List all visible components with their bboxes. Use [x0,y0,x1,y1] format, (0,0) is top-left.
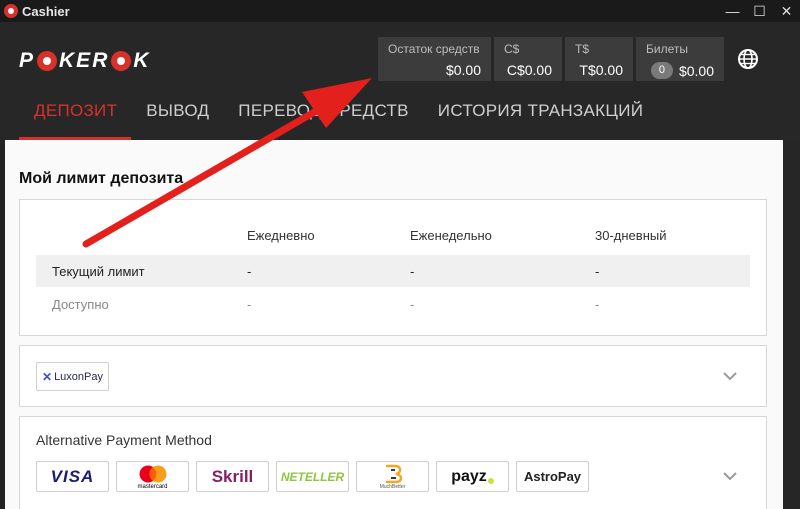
window-title: Cashier [22,3,70,19]
cell-daily: - [247,297,252,312]
close-button[interactable]: ✕ [773,0,800,22]
cell-30-day: - [595,297,600,312]
skrill-logo-text: Skrill [211,466,254,486]
logo-letters-ker: KER [59,49,110,72]
neteller-logo-text: NETELLER [280,469,345,484]
luxonpay-mark-icon: ✕ [42,369,53,384]
logo-letter-p: P [19,49,36,72]
payz-logo-text: payz [451,467,487,485]
window-controls: — ☐ ✕ [719,0,800,22]
balance-ts-label: T$ [575,42,590,56]
astropay-logo-text: AstroPay [523,469,582,484]
alt-payment-panel[interactable]: Alternative Payment Method VISA masterca… [19,416,767,509]
tab-deposit[interactable]: ДЕПОЗИТ [19,92,132,140]
muchbetter-icon [385,464,402,484]
tab-withdraw[interactable]: ВЫВОД [131,92,223,140]
cashier-window: Cashier — ☐ ✕ P KER K Остаток средств $0… [0,0,800,509]
deposit-content: Мой лимит депозита Ежедневно Еженедельно… [5,140,783,509]
pokerok-logo: P KER K [19,49,151,72]
deposit-limit-table: Ежедневно Еженедельно 30-дневный Текущий… [19,199,767,336]
row-label: Текущий лимит [52,264,145,279]
column-weekly: Еженедельно [410,228,492,243]
balance-total-value: $0.00 [445,62,481,78]
deposit-limit-title: Мой лимит депозита [19,170,184,187]
payment-method-skrill[interactable]: Skrill [196,461,269,492]
mastercard-logo-text: mastercard [137,484,168,490]
visa-logo-text: VISA [50,466,95,486]
tab-history[interactable]: ИСТОРИЯ ТРАНЗАКЦИЙ [423,92,657,140]
minimize-button[interactable]: — [719,0,746,22]
balances: Остаток средств $0.00 C$ C$0.00 T$ T$0.0… [378,37,724,81]
chevron-down-icon[interactable] [722,368,738,384]
payment-method-payz[interactable]: payz [436,461,509,492]
header: P KER K Остаток средств $0.00 C$ C$0.00 … [0,22,800,140]
payment-method-muchbetter[interactable]: MuchBetter [356,461,429,492]
balance-tickets[interactable]: Билеты 0 $0.00 [636,37,724,81]
cell-weekly: - [410,264,415,279]
alt-payment-title: Alternative Payment Method [36,432,212,448]
balance-tickets-value: $0.00 [678,62,714,79]
ticket-count-badge: 0 [650,62,673,79]
balance-total[interactable]: Остаток средств $0.00 [378,37,491,81]
chevron-down-icon[interactable] [722,468,738,484]
cell-30-day: - [595,264,600,279]
column-30-day: 30-дневный [595,228,667,243]
cell-weekly: - [410,297,415,312]
payment-methods: VISA mastercard Skrill NETELLER MuchBett… [36,461,589,492]
balance-tickets-label: Билеты [646,42,688,56]
payz-dot-icon [487,477,494,484]
row-label: Доступно [52,297,109,312]
column-daily: Ежедневно [247,228,315,243]
tab-transfer[interactable]: ПЕРЕВОД СРЕДСТВ [223,92,423,140]
muchbetter-logo-text: MuchBetter [379,484,406,490]
payment-method-visa[interactable]: VISA [36,461,109,492]
logo-chip-icon [111,51,132,71]
balance-ts-value: T$0.00 [579,62,623,78]
maximize-button[interactable]: ☐ [746,0,773,22]
balance-cs[interactable]: C$ C$0.00 [494,37,562,81]
app-icon [4,4,18,18]
luxonpay-logo[interactable]: ✕ LuxonPay [36,362,109,391]
luxonpay-logo-text: LuxonPay [54,370,103,383]
globe-icon[interactable] [737,48,759,70]
balance-tickets-value-row: 0 $0.00 [646,62,714,79]
balance-total-label: Остаток средств [388,42,480,56]
table-row-current-limit: Текущий лимит - - - [36,255,750,287]
payment-method-astropay[interactable]: AstroPay [516,461,589,492]
title-bar[interactable]: Cashier — ☐ ✕ [0,0,800,22]
payment-method-neteller[interactable]: NETELLER [276,461,349,492]
balance-cs-value: C$0.00 [506,62,552,78]
scrollbar[interactable] [783,140,800,509]
payment-method-mastercard[interactable]: mastercard [116,461,189,492]
balance-cs-label: C$ [504,42,520,56]
luxonpay-panel[interactable]: ✕ LuxonPay [19,345,767,407]
cell-daily: - [247,264,252,279]
logo-letter-k: K [133,49,151,72]
table-row-available: Доступно - - - [36,288,750,320]
logo-chip-icon [37,51,58,71]
balance-ts[interactable]: T$ T$0.00 [565,37,633,81]
mastercard-icon [139,465,166,483]
cashier-tabs: ДЕПОЗИТ ВЫВОД ПЕРЕВОД СРЕДСТВ ИСТОРИЯ ТР… [19,92,657,140]
